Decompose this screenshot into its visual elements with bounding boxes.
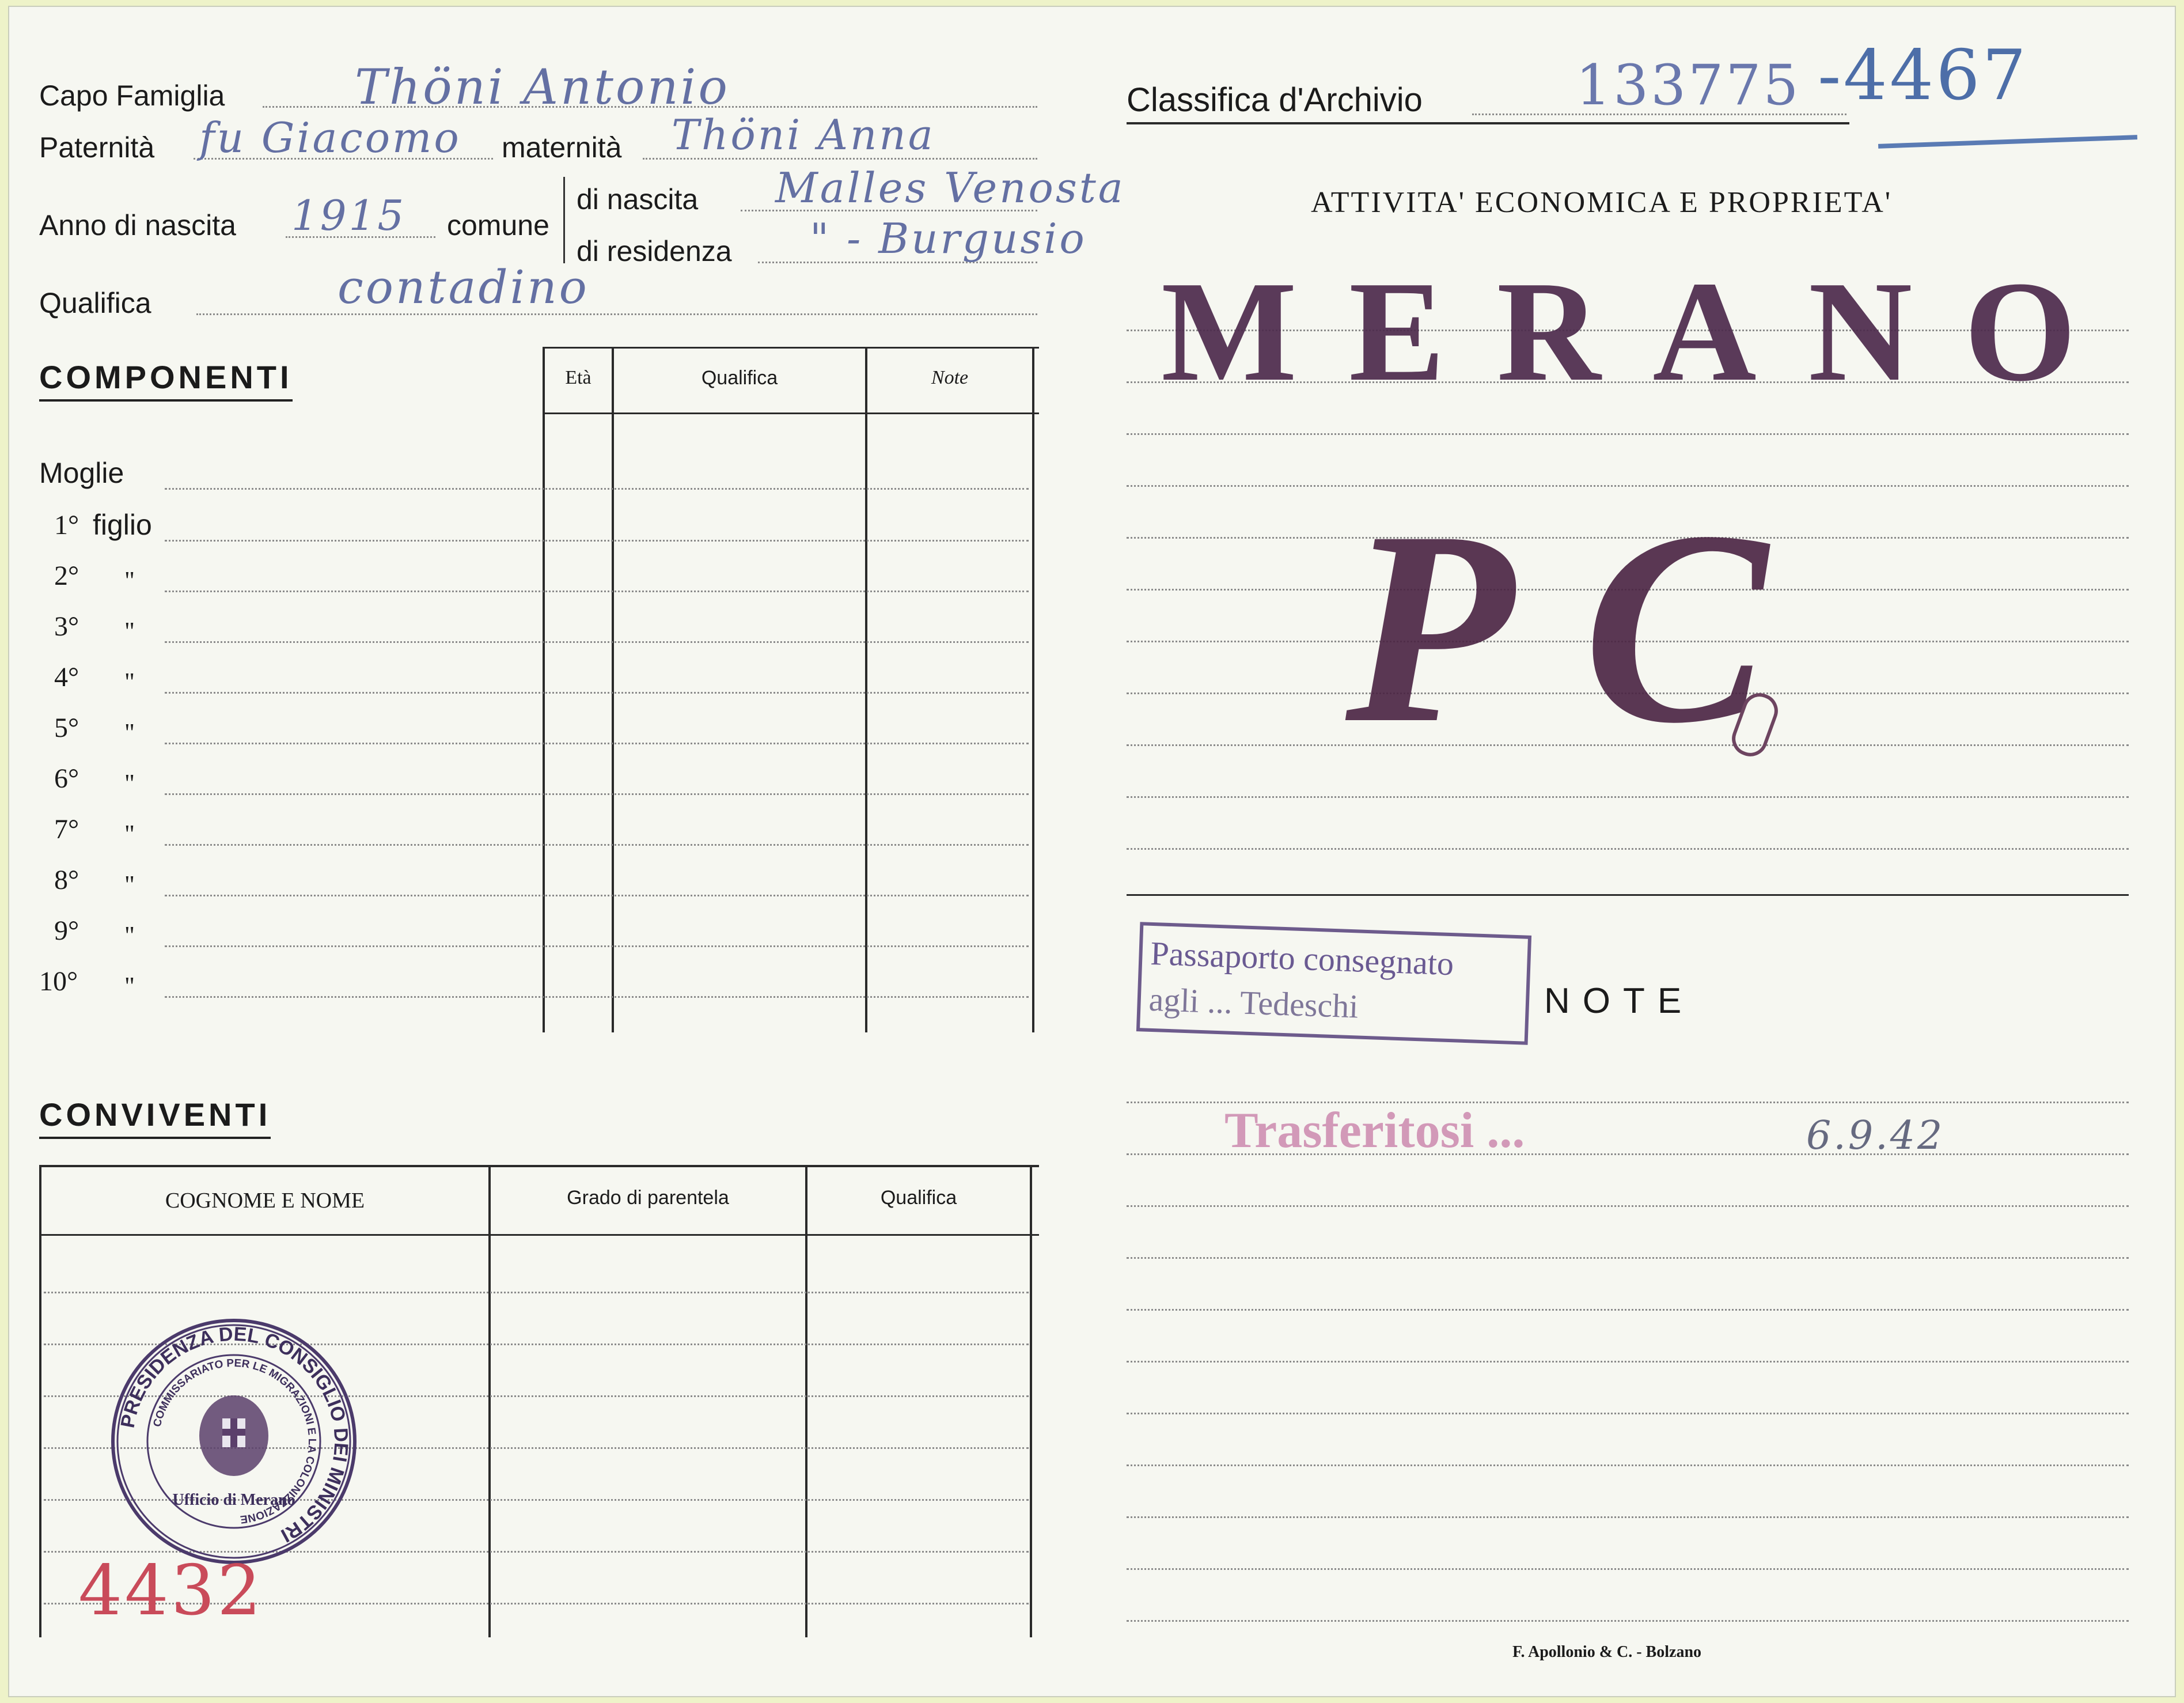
- capo-famiglia-value: Thöni Antonio: [355, 59, 730, 115]
- figlio-9-num: 9°: [54, 915, 79, 946]
- passport-stamp: Passaporto consegnato agli ... Tedeschi: [1136, 922, 1532, 1045]
- passport-line1: Passaporto consegnato: [1150, 934, 1455, 983]
- moglie-label: Moglie: [39, 457, 124, 489]
- comune-label: comune: [447, 209, 549, 241]
- maternita-label: maternità: [502, 131, 622, 164]
- handwritten-number: 4432: [78, 1551, 264, 1631]
- col-note: Note: [931, 367, 969, 388]
- nascita-value: Malles Venosta: [775, 164, 1125, 212]
- figlio-10-num: 10°: [39, 966, 78, 997]
- figlio-6-num: 6°: [54, 763, 79, 794]
- notes-heading: NOTE: [1544, 981, 1694, 1021]
- figlio-5-num: 5°: [54, 713, 79, 743]
- nascita-label: di nascita: [577, 183, 699, 215]
- figlio-6-label: ": [124, 769, 135, 797]
- figlio-4-num: 4°: [54, 662, 79, 692]
- figlio-4-label: ": [124, 668, 135, 696]
- col-cognome-nome: COGNOME E NOME: [165, 1189, 365, 1213]
- right-title: ATTIVITA' ECONOMICA E PROPRIETA': [1311, 186, 1893, 219]
- figlio-3-label: ": [124, 617, 135, 645]
- archivio-label: Classifica d'Archivio: [1127, 81, 1423, 119]
- col-qualifica: Qualifica: [701, 367, 778, 389]
- paternita-label: Paternità: [39, 131, 155, 164]
- official-seal: PRESIDENZA DEL CONSIGLIO DEI MINISTRI CO…: [107, 1315, 361, 1568]
- figlio-3-num: 3°: [54, 611, 79, 642]
- figlio-1-label: figlio: [93, 509, 152, 541]
- componenti-heading: COMPONENTI: [39, 358, 293, 402]
- qualifica-label: Qualifica: [39, 287, 151, 319]
- figlio-8-num: 8°: [54, 865, 79, 895]
- anno-nascita-value: 1915: [291, 191, 407, 240]
- archivio-value: 133775: [1576, 53, 1801, 118]
- col-qualifica-conv: Qualifica: [880, 1187, 957, 1209]
- passport-line2: agli ... Tedeschi: [1148, 980, 1359, 1025]
- residenza-label: di residenza: [577, 235, 732, 267]
- merano-stamp: MERANO: [1161, 252, 2128, 411]
- maternita-value: Thöni Anna: [672, 111, 935, 159]
- archivio-extra: -4467: [1818, 36, 2028, 116]
- figlio-8-label: ": [124, 871, 135, 899]
- figlio-1-num: 1°: [54, 510, 79, 540]
- conviventi-heading: CONVIVENTI: [39, 1096, 271, 1139]
- figlio-7-label: ": [124, 820, 135, 848]
- anno-nascita-label: Anno di nascita: [39, 209, 236, 241]
- qualifica-value: contadino: [338, 260, 589, 314]
- figlio-5-label: ": [124, 718, 135, 747]
- seal-icon: PRESIDENZA DEL CONSIGLIO DEI MINISTRI CO…: [111, 1319, 357, 1564]
- transfer-stamp: Trasferitosi ...: [1224, 1103, 1525, 1159]
- capo-famiglia-label: Capo Famiglia: [39, 80, 225, 112]
- figlio-2-num: 2°: [54, 561, 79, 591]
- seal-office: Ufficio di Merano: [172, 1491, 295, 1509]
- figlio-7-num: 7°: [54, 814, 79, 845]
- figlio-2-label: ": [124, 566, 135, 595]
- paternita-value: fu Giacomo: [199, 113, 461, 162]
- col-eta: Età: [565, 367, 592, 388]
- archive-underline: [1878, 135, 2138, 149]
- figlio-9-label: ": [124, 921, 135, 949]
- printer-credit: F. Apollonio & C. - Bolzano: [1512, 1643, 1702, 1661]
- col-grado-parentela: Grado di parentela: [567, 1187, 729, 1209]
- residenza-value: " - Burgusio: [810, 214, 1087, 263]
- transfer-date: 6.9.42: [1806, 1113, 1945, 1159]
- archive-card: Capo Famiglia Thöni Antonio Paternità fu…: [8, 6, 2176, 1697]
- figlio-10-label: ": [124, 972, 135, 1000]
